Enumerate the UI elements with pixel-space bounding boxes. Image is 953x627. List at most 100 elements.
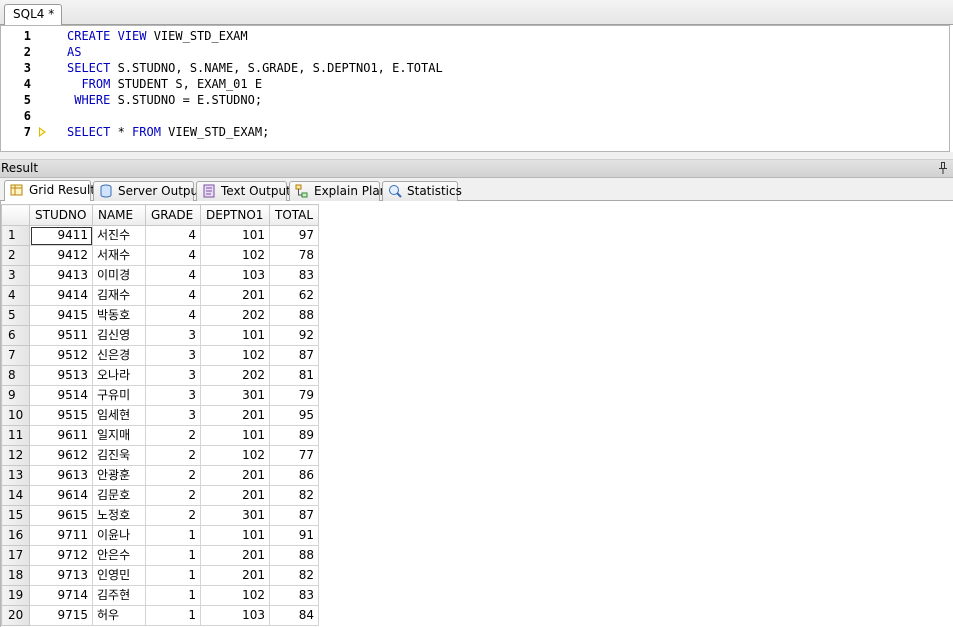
tab-explain-plan[interactable]: Explain Plan (289, 181, 387, 201)
cell-studno[interactable]: 9711 (29, 525, 93, 546)
cell-total[interactable]: 82 (268, 485, 320, 506)
table-row[interactable]: 5 9415 박동호 4 202 88 (1, 305, 320, 326)
cell-studno[interactable]: 9715 (29, 605, 93, 626)
cell-name[interactable]: 박동호 (92, 305, 146, 326)
row-number[interactable]: 10 (1, 405, 30, 426)
cell-deptno1[interactable]: 201 (200, 285, 270, 306)
pin-icon[interactable] (938, 162, 948, 174)
cell-total[interactable]: 87 (268, 345, 320, 366)
row-number[interactable]: 19 (1, 585, 30, 606)
cell-grade[interactable]: 3 (145, 385, 201, 406)
cell-grade[interactable]: 2 (145, 465, 201, 486)
table-row[interactable]: 1 9411 서진수 4 101 97 (1, 225, 320, 246)
cell-name[interactable]: 허우 (92, 605, 146, 626)
row-number[interactable]: 5 (1, 305, 30, 326)
row-number[interactable]: 13 (1, 465, 30, 486)
cell-deptno1[interactable]: 201 (200, 565, 270, 586)
cell-grade[interactable]: 1 (145, 545, 201, 566)
cell-name[interactable]: 일지매 (92, 425, 146, 446)
row-number[interactable]: 1 (1, 225, 30, 246)
code-line[interactable]: 3 SELECT S.STUDNO, S.NAME, S.GRADE, S.DEP… (1, 60, 941, 76)
cell-grade[interactable]: 4 (145, 285, 201, 306)
cell-studno[interactable]: 9614 (29, 485, 93, 506)
tab-sql4[interactable]: SQL4 * (4, 4, 62, 25)
cell-grade[interactable]: 4 (145, 225, 201, 246)
cell-grade[interactable]: 4 (145, 265, 201, 286)
cell-grade[interactable]: 3 (145, 325, 201, 346)
table-row[interactable]: 12 9612 김진욱 2 102 77 (1, 445, 320, 466)
row-number[interactable]: 2 (1, 245, 30, 266)
code-line[interactable]: 2 AS (1, 44, 941, 60)
cell-grade[interactable]: 3 (145, 365, 201, 386)
cell-studno[interactable]: 9411 (29, 225, 93, 246)
tab-text-output[interactable]: Text Output (196, 181, 291, 201)
tab-grid-result[interactable]: Grid Result (4, 180, 95, 201)
cell-deptno1[interactable]: 202 (200, 305, 270, 326)
cell-total[interactable]: 78 (268, 245, 320, 266)
cell-studno[interactable]: 9512 (29, 345, 93, 366)
table-row[interactable]: 14 9614 김문호 2 201 82 (1, 485, 320, 506)
row-number[interactable]: 18 (1, 565, 30, 586)
cell-deptno1[interactable]: 201 (200, 465, 270, 486)
table-row[interactable]: 16 9711 이윤나 1 101 91 (1, 525, 320, 546)
editor-result-splitter[interactable] (0, 152, 953, 160)
cell-total[interactable]: 81 (268, 365, 320, 386)
cell-total[interactable]: 88 (268, 305, 320, 326)
cell-name[interactable]: 이윤나 (92, 525, 146, 546)
cell-studno[interactable]: 9414 (29, 285, 93, 306)
table-row[interactable]: 6 9511 김신영 3 101 92 (1, 325, 320, 346)
tab-server-output[interactable]: Server Output (93, 181, 203, 201)
cell-deptno1[interactable]: 301 (200, 385, 270, 406)
cell-total[interactable]: 92 (268, 325, 320, 346)
cell-studno[interactable]: 9514 (29, 385, 93, 406)
table-row[interactable]: 11 9611 일지매 2 101 89 (1, 425, 320, 446)
cell-studno[interactable]: 9412 (29, 245, 93, 266)
cell-deptno1[interactable]: 101 (200, 425, 270, 446)
cell-studno[interactable]: 9413 (29, 265, 93, 286)
cell-total[interactable]: 95 (268, 405, 320, 426)
cell-name[interactable]: 서재수 (92, 245, 146, 266)
table-row[interactable]: 4 9414 김재수 4 201 62 (1, 285, 320, 306)
cell-deptno1[interactable]: 102 (200, 585, 270, 606)
cell-grade[interactable]: 2 (145, 425, 201, 446)
row-number[interactable]: 16 (1, 525, 30, 546)
table-row[interactable]: 18 9713 인영민 1 201 82 (1, 565, 320, 586)
table-row[interactable]: 3 9413 이미경 4 103 83 (1, 265, 320, 286)
row-number[interactable]: 17 (1, 545, 30, 566)
cell-grade[interactable]: 1 (145, 585, 201, 606)
cell-name[interactable]: 임세현 (92, 405, 146, 426)
cell-name[interactable]: 김진욱 (92, 445, 146, 466)
cell-deptno1[interactable]: 102 (200, 245, 270, 266)
cell-name[interactable]: 오나라 (92, 365, 146, 386)
cell-total[interactable]: 83 (268, 265, 320, 286)
cell-grade[interactable]: 4 (145, 305, 201, 326)
cell-grade[interactable]: 2 (145, 485, 201, 506)
table-row[interactable]: 9 9514 구유미 3 301 79 (1, 385, 320, 406)
cell-deptno1[interactable]: 103 (200, 605, 270, 626)
column-header-grade[interactable]: GRADE (145, 204, 201, 226)
row-number[interactable]: 9 (1, 385, 30, 406)
cell-studno[interactable]: 9611 (29, 425, 93, 446)
cell-name[interactable]: 안은수 (92, 545, 146, 566)
row-number[interactable]: 7 (1, 345, 30, 366)
cell-deptno1[interactable]: 201 (200, 405, 270, 426)
cell-grade[interactable]: 4 (145, 245, 201, 266)
cell-total[interactable]: 86 (268, 465, 320, 486)
cell-name[interactable]: 구유미 (92, 385, 146, 406)
cell-studno[interactable]: 9515 (29, 405, 93, 426)
cell-deptno1[interactable]: 202 (200, 365, 270, 386)
tab-statistics[interactable]: Statistics (382, 181, 462, 201)
table-row[interactable]: 15 9615 노정호 2 301 87 (1, 505, 320, 526)
cell-deptno1[interactable]: 102 (200, 345, 270, 366)
column-header-name[interactable]: NAME (92, 204, 146, 226)
code-line[interactable]: 1 CREATE VIEW VIEW_STD_EXAM (1, 28, 941, 44)
table-row[interactable]: 17 9712 안은수 1 201 88 (1, 545, 320, 566)
column-header-studno[interactable]: STUDNO (29, 204, 93, 226)
code-line[interactable]: 6 (1, 108, 941, 124)
cell-name[interactable]: 이미경 (92, 265, 146, 286)
cell-studno[interactable]: 9712 (29, 545, 93, 566)
cell-deptno1[interactable]: 101 (200, 525, 270, 546)
cell-grade[interactable]: 1 (145, 605, 201, 626)
cell-name[interactable]: 신은경 (92, 345, 146, 366)
cell-total[interactable]: 79 (268, 385, 320, 406)
